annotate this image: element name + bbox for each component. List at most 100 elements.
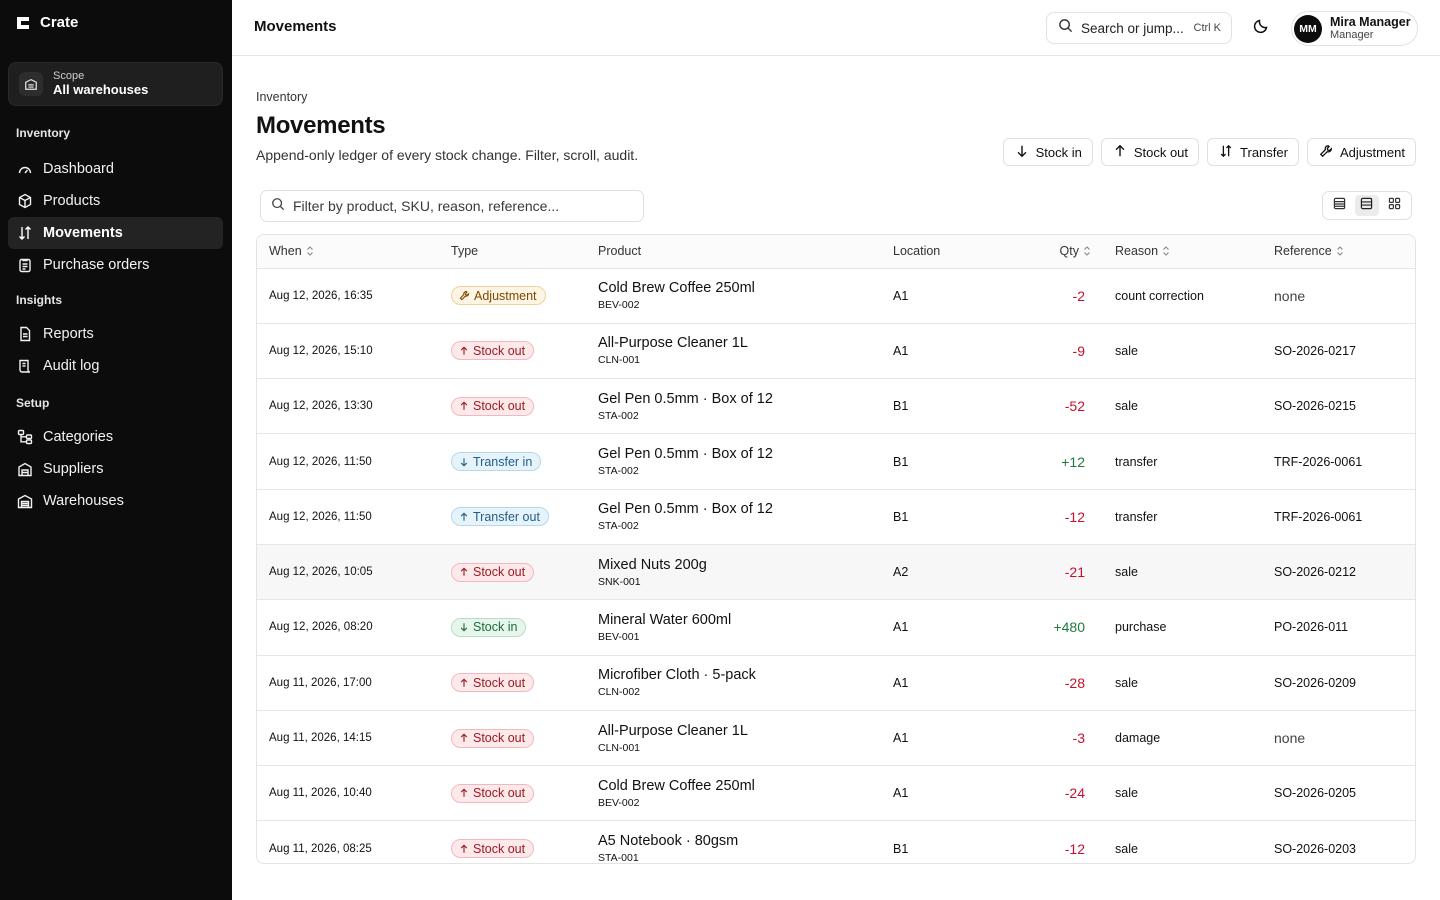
filter-input[interactable] bbox=[293, 198, 623, 214]
theme-toggle-button[interactable] bbox=[1249, 16, 1273, 40]
moon-icon bbox=[1253, 18, 1269, 39]
sidebar-item-suppliers[interactable]: Suppliers bbox=[8, 453, 223, 485]
cell-product: All-Purpose Cleaner 1L CLN-001 bbox=[586, 710, 881, 765]
product-name[interactable]: Cold Brew Coffee 250ml bbox=[598, 778, 881, 794]
cell-reference: SO-2026-0212 bbox=[1274, 565, 1357, 580]
cell-reason: sale bbox=[1115, 841, 1138, 856]
table-row[interactable]: Aug 12, 2026, 16:35 Adjustment Cold Brew C… bbox=[257, 268, 1415, 323]
breadcrumb[interactable]: Inventory bbox=[256, 90, 307, 104]
cell-location: B1 bbox=[893, 841, 909, 856]
product-name[interactable]: Mixed Nuts 200g bbox=[598, 557, 881, 573]
table-row[interactable]: Aug 12, 2026, 08:20 Stock in Mineral Water… bbox=[257, 599, 1415, 655]
cell-type: Adjustment bbox=[439, 268, 586, 323]
table-row[interactable]: Aug 11, 2026, 14:15 Stock out All-Purpose … bbox=[257, 710, 1415, 765]
product-name[interactable]: Gel Pen 0.5mm · Box of 12 bbox=[598, 501, 881, 517]
cell-product: Microfiber Cloth · 5-pack CLN-002 bbox=[586, 655, 881, 710]
sidebar-item-movements[interactable]: Movements bbox=[8, 217, 223, 249]
table-row[interactable]: Aug 11, 2026, 08:25 Stock out A5 Notebook … bbox=[257, 820, 1415, 864]
column-qty[interactable]: Qty bbox=[1001, 235, 1103, 268]
type-badge: Transfer out bbox=[451, 507, 549, 527]
sort-icon bbox=[1083, 245, 1091, 259]
transfer-button[interactable]: Transfer bbox=[1207, 138, 1299, 166]
nav-section-setup: Setup Categories Suppliers Warehouses bbox=[0, 393, 232, 517]
brand-name: Crate bbox=[40, 14, 79, 31]
sidebar-item-warehouses[interactable]: Warehouses bbox=[8, 485, 223, 517]
arrow-up-icon bbox=[459, 346, 469, 356]
nav-heading: Insights bbox=[16, 293, 63, 307]
type-badge: Stock out bbox=[451, 673, 535, 693]
product-name[interactable]: All-Purpose Cleaner 1L bbox=[598, 723, 881, 739]
column-reference[interactable]: Reference bbox=[1262, 235, 1415, 268]
type-label: Stock out bbox=[473, 565, 526, 580]
table-row[interactable]: Aug 12, 2026, 10:05 Stock out Mixed Nuts 2… bbox=[257, 544, 1415, 600]
table-row[interactable]: Aug 11, 2026, 17:00 Stock out Microfiber C… bbox=[257, 655, 1415, 710]
sidebar-item-purchase-orders[interactable]: Purchase orders bbox=[8, 249, 223, 281]
rows-icon bbox=[1360, 197, 1373, 215]
cell-reason: sale bbox=[1115, 786, 1138, 801]
sidebar-item-reports[interactable]: Reports bbox=[8, 318, 223, 350]
product-sku: STA-002 bbox=[598, 409, 639, 422]
stock-in-button[interactable]: Stock in bbox=[1002, 138, 1093, 166]
clipboard-icon bbox=[17, 257, 33, 273]
search-icon bbox=[1058, 18, 1073, 38]
cell-product: Gel Pen 0.5mm · Box of 12 STA-002 bbox=[586, 379, 881, 434]
cell-reference: none bbox=[1274, 287, 1306, 304]
cell-type: Stock out bbox=[439, 323, 586, 378]
column-reason[interactable]: Reason bbox=[1103, 235, 1262, 268]
global-search[interactable]: Search or jump... Ctrl K bbox=[1046, 12, 1232, 44]
scope-value: All warehouses bbox=[53, 82, 149, 98]
cell-reason: transfer bbox=[1115, 454, 1158, 469]
table-row[interactable]: Aug 12, 2026, 15:10 Stock out All-Purpose … bbox=[257, 323, 1415, 378]
brand[interactable]: Crate bbox=[16, 14, 78, 31]
filter-field[interactable] bbox=[260, 190, 644, 222]
product-name[interactable]: Gel Pen 0.5mm · Box of 12 bbox=[598, 446, 881, 462]
product-name[interactable]: Cold Brew Coffee 250ml bbox=[598, 280, 881, 296]
cell-location: A1 bbox=[893, 786, 909, 801]
list-icon bbox=[1333, 197, 1346, 215]
column-when[interactable]: When bbox=[257, 235, 439, 268]
cell-reference: TRF-2026-0061 bbox=[1274, 454, 1363, 469]
cell-location: A1 bbox=[893, 343, 909, 358]
table-row[interactable]: Aug 12, 2026, 11:50 Transfer in Gel Pen 0.… bbox=[257, 433, 1415, 489]
arrows-updown-icon bbox=[17, 225, 33, 241]
view-list-button[interactable] bbox=[1328, 195, 1352, 216]
table-row[interactable]: Aug 12, 2026, 13:30 Stock out Gel Pen 0.5m… bbox=[257, 378, 1415, 434]
cell-type: Stock out bbox=[439, 544, 586, 599]
product-name[interactable]: Mineral Water 600ml bbox=[598, 612, 881, 628]
cell-qty: +12 bbox=[1061, 453, 1085, 470]
cell-reference: SO-2026-0215 bbox=[1274, 399, 1357, 414]
sidebar-item-label: Purchase orders bbox=[43, 257, 150, 273]
stock-out-button[interactable]: Stock out bbox=[1100, 138, 1200, 166]
avatar: MM bbox=[1294, 14, 1322, 43]
product-name[interactable]: Microfiber Cloth · 5-pack bbox=[598, 667, 881, 683]
scope-selector[interactable]: Scope All warehouses bbox=[8, 62, 223, 106]
product-name[interactable]: A5 Notebook · 80gsm bbox=[598, 833, 881, 849]
product-sku: STA-001 bbox=[598, 852, 639, 864]
product-name[interactable]: All-Purpose Cleaner 1L bbox=[598, 335, 881, 351]
warehouse-icon bbox=[19, 72, 43, 96]
search-label: Search or jump... bbox=[1081, 20, 1184, 36]
type-label: Stock out bbox=[473, 399, 526, 414]
cell-reference: PO-2026-011 bbox=[1274, 620, 1349, 635]
arrow-up-icon bbox=[459, 512, 469, 522]
sidebar-item-categories[interactable]: Categories bbox=[8, 421, 223, 453]
sidebar-item-audit-log[interactable]: Audit log bbox=[8, 350, 223, 382]
cell-location: B1 bbox=[893, 399, 909, 414]
sidebar-item-products[interactable]: Products bbox=[8, 185, 223, 217]
cell-product: Gel Pen 0.5mm · Box of 12 STA-002 bbox=[586, 489, 881, 544]
arrow-up-icon bbox=[459, 788, 469, 798]
cell-qty: -52 bbox=[1064, 398, 1085, 415]
arrow-down-icon bbox=[459, 622, 469, 632]
view-grid-button[interactable] bbox=[1382, 195, 1406, 216]
view-comfortable-button[interactable] bbox=[1354, 195, 1379, 216]
sidebar-item-dashboard[interactable]: Dashboard bbox=[8, 153, 223, 185]
user-menu[interactable]: MM Mira Manager Manager bbox=[1291, 11, 1418, 46]
arrow-up-icon bbox=[459, 844, 469, 854]
adjustment-button[interactable]: Adjustment bbox=[1306, 138, 1416, 166]
product-name[interactable]: Gel Pen 0.5mm · Box of 12 bbox=[598, 391, 881, 407]
table-row[interactable]: Aug 11, 2026, 10:40 Stock out Cold Brew Co… bbox=[257, 765, 1415, 821]
table-row[interactable]: Aug 12, 2026, 11:50 Transfer out Gel Pen 0… bbox=[257, 489, 1415, 544]
action-bar: Stock in Stock out Transfer Adjustment bbox=[1002, 138, 1416, 166]
transfer-label: Transfer bbox=[1240, 144, 1288, 160]
product-sku: CLN-001 bbox=[598, 741, 641, 754]
